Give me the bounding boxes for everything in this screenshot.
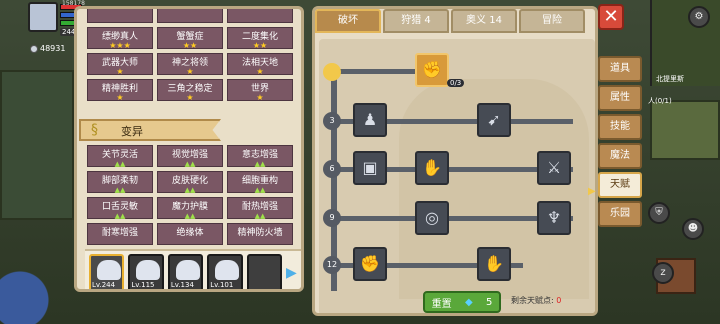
mutation-cell[interactable]: 绝缘体 — [157, 223, 223, 245]
skill-cell[interactable]: 精神胜利 ★ — [87, 79, 153, 102]
talent-node-body[interactable]: ♟ — [353, 103, 387, 137]
character-slot-empty[interactable] — [246, 254, 283, 289]
tab-ultimate[interactable]: 奥义 14 — [451, 9, 517, 33]
mutation-cell[interactable]: 皮肤硬化 ▲▲ — [157, 171, 223, 194]
menu-paradise[interactable]: 乐园 — [598, 201, 642, 227]
character-face — [175, 260, 200, 280]
settings-icon[interactable]: ⚙ — [688, 6, 710, 28]
skill-list-panel: ★ ★★ ★ 缥缈真人 ★★★ 蟹蟹症 ★★ 二度集化 ★★ 武器大师 ★ 神之将领 ★ … — [74, 6, 304, 292]
talent-panel: 破坏 狩猎 4 奥义 14 冒险 3 6 9 12 ✊ 0/3 ♟ ➹ ▣ ✋ … — [312, 6, 598, 316]
terrain-tile — [650, 100, 720, 160]
tier-marker-top — [323, 63, 341, 81]
shield-skill-icon[interactable]: ⛨ — [648, 202, 670, 224]
mutation-cell[interactable]: 精神防火墙 — [227, 223, 293, 245]
tier-marker: 12 — [323, 256, 341, 274]
skill-cell[interactable]: ★★ — [157, 9, 223, 23]
tier-marker: 6 — [323, 160, 341, 178]
dna-icon: § — [91, 122, 98, 138]
mutation-cell[interactable]: 耐寒增强 — [87, 223, 153, 245]
mutation-skill-grid: 关节灵活 ▲▲ 视觉增强 ▲▲ 意志增强 ▲▲ 脚部柔韧 ▲▲ 皮肤硬化 ▲▲ 细胞重构 ▲… — [87, 145, 293, 245]
talent-node-ring[interactable]: ◎ — [415, 201, 449, 235]
tier-marker: 9 — [323, 209, 341, 227]
skill-grid-top: ★ ★★ ★ 缥缈真人 ★★★ 蟹蟹症 ★★ 二度集化 ★★ 武器大师 ★ 神之将领 ★ … — [87, 9, 293, 102]
player-portrait[interactable] — [28, 2, 58, 32]
skill-cell[interactable]: ★ — [227, 9, 293, 23]
talent-node-punch[interactable]: ✊ — [353, 247, 387, 281]
close-button[interactable]: ✕ — [598, 4, 624, 30]
mutation-cell[interactable]: 脚部柔韧 ▲▲ — [87, 171, 153, 194]
character-level: Lv.244 — [92, 281, 116, 289]
remaining-points: 剩余天赋点: 0 — [511, 295, 561, 306]
skill-cell[interactable]: 三角之稳定 ★ — [157, 79, 223, 102]
character-level: Lv.101 — [210, 281, 234, 289]
mutation-cell[interactable]: 口舌灵敏 ▲▲ — [87, 197, 153, 220]
skill-cell[interactable]: 缥缈真人 ★★★ — [87, 27, 153, 50]
talent-node-shield[interactable]: ▣ — [353, 151, 387, 185]
talent-node-fist[interactable]: ✋ — [415, 151, 449, 185]
pointer-icon: ▶ — [588, 186, 596, 197]
skill-cell[interactable]: 蟹蟹症 ★★ — [157, 27, 223, 50]
character-slot[interactable]: Lv.244 — [89, 254, 125, 289]
tier-marker: 3 — [323, 112, 341, 130]
menu-attributes[interactable]: 属性 — [598, 85, 642, 111]
character-slot[interactable]: Lv.134 — [167, 254, 204, 289]
skill-cell[interactable]: 神之将领 ★ — [157, 53, 223, 76]
tab-adventure[interactable]: 冒险 — [519, 9, 585, 33]
area-name: 北提里斯 — [656, 75, 684, 83]
talent-track — [331, 69, 427, 74]
talent-tree: 3 6 9 12 ✊ 0/3 ♟ ➹ ▣ ✋ ⚔ ◎ ♆ ✊ ✋ — [319, 39, 595, 313]
talent-node-grip[interactable]: ✋ — [477, 247, 511, 281]
sleep-icon[interactable]: z — [652, 262, 674, 284]
character-level: Lv.134 — [170, 281, 194, 289]
remaining-label: 剩余天赋点: — [511, 296, 554, 305]
menu-skills[interactable]: 技能 — [598, 114, 642, 140]
side-menu: 道具 属性 技能 魔法 天赋 乐园 — [598, 56, 646, 227]
mutation-cell[interactable]: 耐热增强 ▲▲ — [227, 197, 293, 220]
character-level: Lv.115 — [131, 281, 155, 289]
talent-tabs: 破坏 狩猎 4 奥义 14 冒险 — [315, 9, 595, 35]
talent-node-bat[interactable]: ♆ — [537, 201, 571, 235]
skill-cell[interactable]: ★ — [87, 9, 153, 23]
pet-icon[interactable]: ☻ — [682, 218, 704, 240]
mutation-cell[interactable]: 魔力护膜 ▲▲ — [157, 197, 223, 220]
tab-hunt[interactable]: 狩猎 4 — [383, 9, 449, 33]
character-slot[interactable]: Lv.115 — [128, 254, 164, 289]
gem-icon: ◆ — [464, 296, 473, 308]
talent-node-sword[interactable]: ⚔ — [537, 151, 571, 185]
talent-node-arrow[interactable]: ➹ — [477, 103, 511, 137]
character-face — [97, 260, 121, 280]
gold-amount: 48931 — [40, 44, 66, 53]
character-face — [215, 260, 240, 280]
gold-display: 48931 — [30, 44, 65, 53]
menu-items[interactable]: 道具 — [598, 56, 642, 82]
reset-label: 重置 — [431, 298, 452, 310]
remaining-value: 0 — [556, 296, 562, 305]
section-title: 变异 — [121, 125, 143, 138]
skill-cell[interactable]: 世界 ★ — [227, 79, 293, 102]
talent-node-handshake[interactable]: ✊ — [415, 53, 449, 87]
skill-cell[interactable]: 二度集化 ★★ — [227, 27, 293, 50]
character-slot[interactable]: Lv.101 — [207, 254, 243, 289]
reset-cost: 5 — [485, 296, 493, 308]
skill-cell[interactable]: 武器大师 ★ — [87, 53, 153, 76]
character-face — [136, 260, 161, 280]
menu-talent[interactable]: 天赋 — [598, 172, 642, 198]
next-arrow-icon[interactable]: ▶ — [286, 254, 299, 289]
mutation-cell[interactable]: 视觉增强 ▲▲ — [157, 145, 223, 168]
mutation-cell[interactable]: 关节灵活 ▲▲ — [87, 145, 153, 168]
mutation-cell[interactable]: 细胞重构 ▲▲ — [227, 171, 293, 194]
talent-node-count: 0/3 — [447, 79, 465, 87]
menu-magic[interactable]: 魔法 — [598, 143, 642, 169]
reset-button[interactable]: 重置 ◆ 5 — [423, 291, 501, 313]
quest-tracker: 人(0/1) — [648, 97, 672, 105]
mutation-cell[interactable]: 意志增强 ▲▲ — [227, 145, 293, 168]
terrain-tile — [0, 70, 74, 220]
coin-icon — [30, 44, 38, 53]
character-select-bar: Lv.244 Lv.115 Lv.134 Lv.101 ▶ — [85, 249, 301, 289]
skill-cell[interactable]: 法相天地 ★ — [227, 53, 293, 76]
tab-destroy[interactable]: 破坏 — [315, 9, 381, 33]
mutation-section-header: § 变异 — [79, 119, 221, 141]
